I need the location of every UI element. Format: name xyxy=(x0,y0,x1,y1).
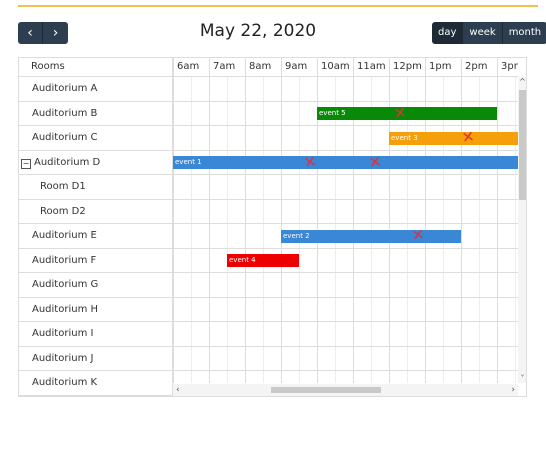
resource-row[interactable]: Auditorium C xyxy=(19,126,173,151)
scroll-down-icon[interactable]: ˅ xyxy=(518,374,526,383)
hour-label: 6am xyxy=(173,58,209,76)
event-bar[interactable]: event 1 xyxy=(173,156,518,169)
resource-label: Room D1 xyxy=(40,181,86,192)
grid-row-line xyxy=(173,223,518,224)
view-day-button[interactable]: day xyxy=(432,22,463,44)
grid-column-line xyxy=(515,77,516,383)
resource-row[interactable]: Room D2 xyxy=(19,199,173,224)
vertical-scrollbar[interactable]: ^ ˅ xyxy=(518,77,526,383)
resource-label: Auditorium A xyxy=(32,83,98,94)
grid-row-line xyxy=(173,272,518,273)
cross-mark-icon: ✕ xyxy=(367,151,383,172)
cross-mark-icon: ✕ xyxy=(392,102,408,123)
resource-label: Auditorium H xyxy=(32,303,99,315)
resource-row[interactable]: Auditorium H xyxy=(19,297,173,322)
resource-label: Auditorium I xyxy=(32,328,94,339)
grid-row-line xyxy=(173,247,518,249)
event-bar[interactable]: event 3 xyxy=(389,131,518,145)
prev-day-button[interactable]: ‹ xyxy=(18,22,42,44)
grid-column-line xyxy=(245,77,246,383)
grid-column-line xyxy=(209,77,210,383)
event-bar[interactable]: event 2 xyxy=(281,229,461,243)
hour-label: 8am xyxy=(245,58,281,76)
view-switcher: day week month xyxy=(432,22,546,44)
resource-row[interactable]: Auditorium K xyxy=(19,371,173,396)
resource-label: Auditorium B xyxy=(32,107,98,119)
resource-row[interactable]: Auditorium B xyxy=(19,101,173,126)
grid-row-line xyxy=(173,149,518,151)
hour-label: 10am xyxy=(317,58,353,76)
vertical-scroll-thumb[interactable] xyxy=(519,90,526,200)
timeline-grid[interactable]: event 5 event 3 event 1 event 2 event 4 ✕ ✕ ✕ ✕ ✕ xyxy=(173,77,518,383)
scroll-up-icon[interactable]: ^ xyxy=(518,77,526,86)
resource-label: Auditorium G xyxy=(32,279,99,290)
top-accent-line xyxy=(18,5,538,7)
event-bar[interactable]: event 4 xyxy=(227,254,299,267)
resource-column-header: Rooms xyxy=(19,58,173,77)
resource-label: Room D2 xyxy=(40,205,86,217)
resource-row[interactable]: Auditorium A xyxy=(19,77,173,102)
hour-label: 1pm xyxy=(425,58,461,76)
grid-column-line xyxy=(173,77,174,383)
grid-column-line xyxy=(461,77,462,383)
resource-label: Auditorium J xyxy=(32,352,94,364)
hour-label: 9am xyxy=(281,58,317,76)
resource-row[interactable]: Auditorium E xyxy=(19,224,173,249)
hour-label: 2pm xyxy=(461,58,497,76)
view-week-button[interactable]: week xyxy=(462,22,502,44)
resource-label: Auditorium K xyxy=(32,377,98,388)
cross-mark-icon: ✕ xyxy=(410,225,426,245)
grid-row-line xyxy=(173,296,518,298)
grid-column-line xyxy=(227,77,228,383)
scroll-right-icon[interactable]: › xyxy=(511,384,515,396)
resource-label: Auditorium E xyxy=(32,230,97,241)
resource-label: Auditorium F xyxy=(32,254,97,266)
grid-row-line xyxy=(173,370,518,371)
date-title: May 22, 2020 xyxy=(199,21,317,41)
grid-row-line xyxy=(173,100,518,102)
grid-row-line xyxy=(173,125,518,126)
grid-row-line xyxy=(173,174,518,175)
resource-row[interactable]: Auditorium G xyxy=(19,273,173,298)
horizontal-scroll-thumb[interactable] xyxy=(271,387,381,393)
resource-row[interactable]: Auditorium F xyxy=(19,248,173,273)
horizontal-scrollbar[interactable]: ‹ › xyxy=(173,384,518,396)
grid-column-line xyxy=(191,77,192,383)
hour-label: 7am xyxy=(209,58,245,76)
chevron-right-icon: › xyxy=(52,25,59,41)
resource-row[interactable]: − Auditorium D xyxy=(19,150,173,175)
resource-row[interactable]: Auditorium I xyxy=(19,322,173,347)
scheduler: Rooms Auditorium A Auditorium B Auditorium… xyxy=(18,57,527,397)
resource-label: Auditorium C xyxy=(32,132,98,143)
grid-row-line xyxy=(173,321,518,322)
hour-label: 3pm xyxy=(497,58,518,76)
grid-column-line xyxy=(497,77,498,383)
next-day-button[interactable]: › xyxy=(42,22,68,44)
resource-label: Auditorium D xyxy=(34,156,101,168)
timeline-header: 6am7am8am9am10am11am12pm1pm2pm3pm xyxy=(173,58,518,77)
cross-mark-icon: ✕ xyxy=(302,151,318,172)
hour-label: 11am xyxy=(353,58,389,76)
resource-row[interactable]: Auditorium J xyxy=(19,346,173,371)
scroll-left-icon[interactable]: ‹ xyxy=(176,384,180,396)
grid-row-line xyxy=(173,345,518,347)
grid-row-line xyxy=(173,198,518,200)
grid-column-line xyxy=(263,77,264,383)
view-month-button[interactable]: month xyxy=(501,22,546,44)
grid-column-line xyxy=(479,77,480,383)
hour-label: 12pm xyxy=(389,58,425,76)
chevron-left-icon: ‹ xyxy=(27,25,33,41)
collapse-icon[interactable]: − xyxy=(21,158,31,169)
cross-mark-icon: ✕ xyxy=(460,127,476,147)
resource-row[interactable]: Room D1 xyxy=(19,175,173,200)
resource-list: Auditorium A Auditorium B Auditorium C − Aud… xyxy=(19,77,173,396)
